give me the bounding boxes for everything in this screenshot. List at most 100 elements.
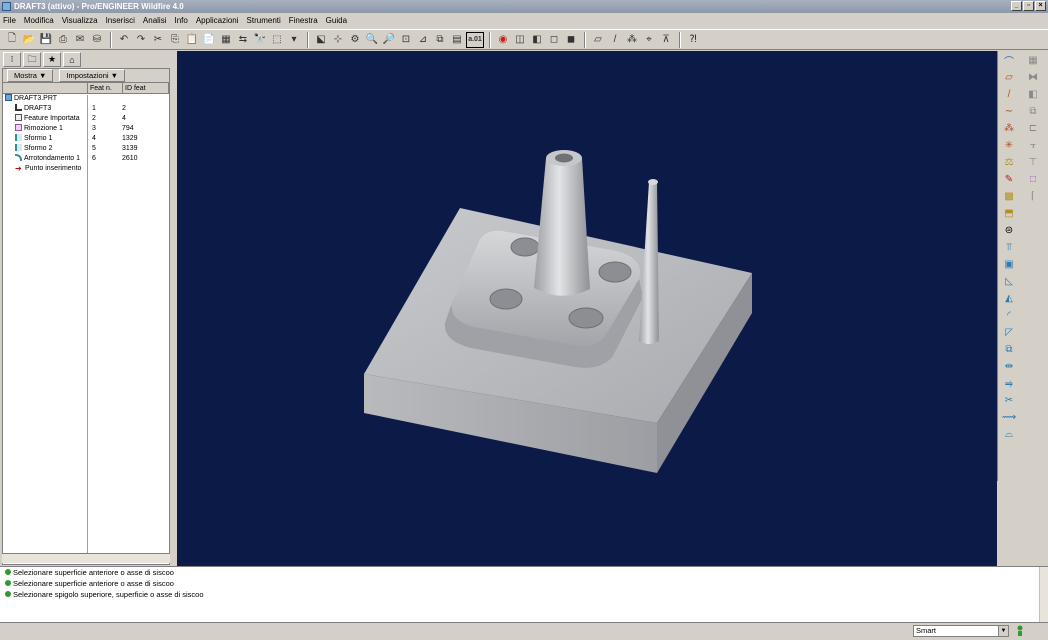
round-tool-icon[interactable]: ◜ <box>1000 307 1018 323</box>
folder-browser-tab-icon[interactable]: 🗀 <box>23 52 41 67</box>
rib-tool-icon[interactable]: ◺ <box>1000 273 1018 289</box>
wireframe-icon[interactable]: ◫ <box>512 32 528 48</box>
datum-point-tool-icon[interactable]: ⁂ <box>1000 120 1018 136</box>
email-link-icon[interactable]: ⛁ <box>89 32 105 48</box>
appearance-icon[interactable]: ◉ <box>495 32 511 48</box>
menu-guida[interactable]: Guida <box>326 16 347 25</box>
table-row[interactable]: Sformo 2 5 3139 <box>3 144 169 154</box>
favorites-tab-icon[interactable]: ★ <box>43 52 61 67</box>
repaint-icon[interactable]: ⬕ <box>313 32 329 48</box>
csys-tool-icon[interactable]: ✳ <box>1000 137 1018 153</box>
open-folder-icon[interactable]: 📂 <box>21 32 37 48</box>
coordinate-systems-icon[interactable]: ⌖ <box>641 32 657 48</box>
selection-filter-dropdown[interactable]: Smart ▼ <box>913 625 1009 637</box>
annotation-icon[interactable]: ⊼ <box>658 32 674 48</box>
datum-planes-icon[interactable]: ▱ <box>590 32 606 48</box>
group-icon[interactable]: ⌈ <box>1024 188 1042 204</box>
menu-inserisci[interactable]: Inserisci <box>106 16 135 25</box>
mirror-tool-icon[interactable]: ⇹ <box>1000 358 1018 374</box>
tree-root[interactable]: DRAFT3.PRT <box>3 94 169 104</box>
close-button[interactable]: × <box>1035 1 1046 11</box>
hidden-line-icon[interactable]: ◧ <box>529 32 545 48</box>
datum-points-icon[interactable]: ⁂ <box>624 32 640 48</box>
saved-views-icon[interactable]: ⧉ <box>432 32 448 48</box>
table-row[interactable]: Sformo 1 4 1329 <box>3 134 169 144</box>
message-scrollbar[interactable] <box>1039 567 1048 622</box>
extend-tool-icon[interactable]: ⟿ <box>1000 409 1018 425</box>
sketched-curve-tool-icon[interactable]: ✎ <box>1000 171 1018 187</box>
thicken-icon[interactable]: ⊏ <box>1024 120 1042 136</box>
tree-col-featid[interactable]: ID feat <box>123 83 169 93</box>
hole-tool-icon[interactable]: ⫪ <box>1000 239 1018 255</box>
model-tree-tab-icon[interactable]: ⁝ <box>3 52 21 67</box>
shell-tool-icon[interactable]: ▣ <box>1000 256 1018 272</box>
filter-icon[interactable]: ⊤ <box>1024 154 1042 170</box>
shading-icon[interactable]: ◼ <box>563 32 579 48</box>
context-help-icon[interactable]: ⁈ <box>685 32 701 48</box>
selection-box-icon[interactable]: ⬚ <box>269 32 285 48</box>
regenerate-icon[interactable]: ▦ <box>218 32 234 48</box>
menu-modifica[interactable]: Modifica <box>24 16 54 25</box>
menu-info[interactable]: Info <box>174 16 187 25</box>
regen-label[interactable]: a.01 <box>466 31 484 48</box>
dropdown-arrow-icon[interactable]: ▾ <box>286 32 302 48</box>
merge-tool-icon[interactable]: ⥤ <box>1000 375 1018 391</box>
orient-mode-icon[interactable]: ⚙ <box>347 32 363 48</box>
table-row[interactable]: ➔ Punto inserimento <box>3 164 169 174</box>
layer-icon[interactable]: ◧ <box>1024 86 1042 102</box>
cut-icon[interactable]: ✂ <box>150 32 166 48</box>
pattern-icon[interactable]: □ <box>1024 171 1042 187</box>
show-dropdown[interactable]: Mostra ▼ <box>7 69 54 82</box>
new-file-icon[interactable]: 🗋 <box>4 32 20 48</box>
datum-curve-tool-icon[interactable]: ∼ <box>1000 103 1018 119</box>
analysis-tool-icon[interactable]: ⚖ <box>1000 154 1018 170</box>
panel-splitter[interactable] <box>170 51 176 566</box>
sketch-tool-icon[interactable]: ⌒ <box>1000 52 1018 68</box>
settings-dropdown[interactable]: Impostazioni ▼ <box>59 69 126 82</box>
datum-axis-tool-icon[interactable]: / <box>1000 86 1018 102</box>
undo-icon[interactable]: ↶ <box>116 32 132 48</box>
datum-axes-icon[interactable]: / <box>607 32 623 48</box>
copy-geometry-icon[interactable]: ⧉ <box>1024 103 1042 119</box>
paste-special-icon[interactable]: 📄 <box>201 32 217 48</box>
redo-icon[interactable]: ↷ <box>133 32 149 48</box>
table-row[interactable]: Rimozione 1 3 794 <box>3 124 169 134</box>
extrude-tool-icon[interactable]: ⬒ <box>1000 205 1018 221</box>
split-icon[interactable]: ⧓ <box>1024 69 1042 85</box>
email-icon[interactable]: ✉ <box>72 32 88 48</box>
tree-col-name[interactable] <box>3 83 88 93</box>
table-row[interactable]: Arrotondamento 1 6 2610 <box>3 154 169 164</box>
graphics-viewport[interactable] <box>177 51 997 566</box>
restore-button[interactable]: ▫ <box>1023 1 1034 11</box>
trim-tool-icon[interactable]: ✂ <box>1000 392 1018 408</box>
regen-manager-icon[interactable]: ⇆ <box>235 32 251 48</box>
menu-strumenti[interactable]: Strumenti <box>247 16 281 25</box>
offset-tool-icon[interactable]: ⌓ <box>1000 426 1018 442</box>
grid-icon[interactable]: ▦ <box>1024 52 1042 68</box>
no-hidden-icon[interactable]: ◻ <box>546 32 562 48</box>
copy-tool-icon[interactable]: ⧉ <box>1000 341 1018 357</box>
spin-center-icon[interactable]: ⊹ <box>330 32 346 48</box>
zoom-out-icon[interactable]: 🔎 <box>381 32 397 48</box>
reorient-icon[interactable]: ⊿ <box>415 32 431 48</box>
save-icon[interactable]: 💾 <box>38 32 54 48</box>
paste-icon[interactable]: 📋 <box>184 32 200 48</box>
revolve-tool-icon[interactable]: ⊜ <box>1000 222 1018 238</box>
datum-plane-tool-icon[interactable]: ▱ <box>1000 69 1018 85</box>
minimize-button[interactable]: _ <box>1011 1 1022 11</box>
draft-tool-icon[interactable]: ◭ <box>1000 290 1018 306</box>
menu-applicazioni[interactable]: Applicazioni <box>196 16 239 25</box>
tree-col-featnum[interactable]: Feat n. <box>88 83 123 93</box>
connections-tab-icon[interactable]: ⌂ <box>63 52 81 67</box>
menu-analisi[interactable]: Analisi <box>143 16 167 25</box>
menu-visualizza[interactable]: Visualizza <box>62 16 98 25</box>
layers-icon[interactable]: ▤ <box>449 32 465 48</box>
print-icon[interactable]: ⎙ <box>55 32 71 48</box>
menu-file[interactable]: File <box>3 16 16 25</box>
feature-tool-icon[interactable]: ▩ <box>1000 188 1018 204</box>
table-row[interactable]: Feature Importata 2 4 <box>3 114 169 124</box>
solidify-icon[interactable]: ⫟ <box>1024 137 1042 153</box>
menu-finestra[interactable]: Finestra <box>289 16 318 25</box>
tree-horizontal-scrollbar[interactable] <box>2 553 170 563</box>
table-row[interactable]: DRAFT3 1 2 <box>3 104 169 114</box>
